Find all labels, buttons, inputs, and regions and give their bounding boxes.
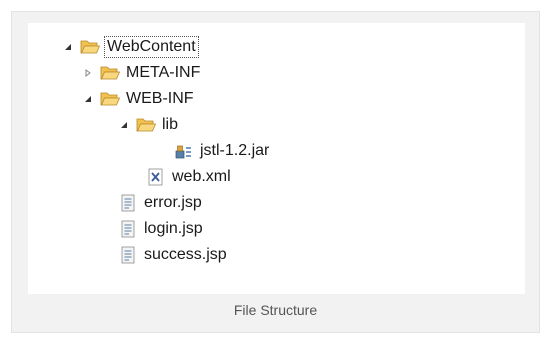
jar-file-icon [174,142,194,160]
folder-open-icon [80,38,100,56]
figure-caption: File Structure [233,302,318,318]
project-explorer-tree: WebContent META-INF WEB-INF lib jstl-1.2… [28,23,525,294]
xml-file-icon [146,168,166,186]
tree-item-label: WebContent [104,36,199,58]
tree-item-lib[interactable]: lib [118,112,178,138]
figure-container: WebContent META-INF WEB-INF lib jstl-1.2… [11,11,540,333]
tree-item-label: web.xml [172,168,231,185]
expanded-arrow-icon[interactable] [118,119,130,131]
tree-item-label: WEB-INF [126,90,194,107]
jsp-file-icon [118,246,138,264]
tree-item-webcontent[interactable]: WebContent [62,34,199,60]
tree-item-label: jstl-1.2.jar [200,142,270,159]
tree-item-error-jsp[interactable]: error.jsp [118,190,202,216]
jsp-file-icon [118,220,138,238]
tree-item-meta-inf[interactable]: META-INF [82,60,200,86]
tree-item-label: META-INF [126,64,201,81]
tree-item-web-inf[interactable]: WEB-INF [82,86,194,112]
expanded-arrow-icon[interactable] [82,93,94,105]
tree-item-label: lib [162,116,179,133]
tree-item-web-xml[interactable]: web.xml [146,164,231,190]
folder-open-icon [136,116,156,134]
expanded-arrow-icon[interactable] [62,41,74,53]
folder-icon [100,64,120,82]
tree-item-success-jsp[interactable]: success.jsp [118,242,227,268]
tree-item-login-jsp[interactable]: login.jsp [118,216,203,242]
tree-item-jstl-jar[interactable]: jstl-1.2.jar [174,138,269,164]
tree-item-label: success.jsp [144,246,227,263]
tree-item-label: error.jsp [144,194,202,211]
folder-open-icon [100,90,120,108]
tree-item-label: login.jsp [144,220,203,237]
jsp-file-icon [118,194,138,212]
collapsed-arrow-icon[interactable] [82,67,94,79]
